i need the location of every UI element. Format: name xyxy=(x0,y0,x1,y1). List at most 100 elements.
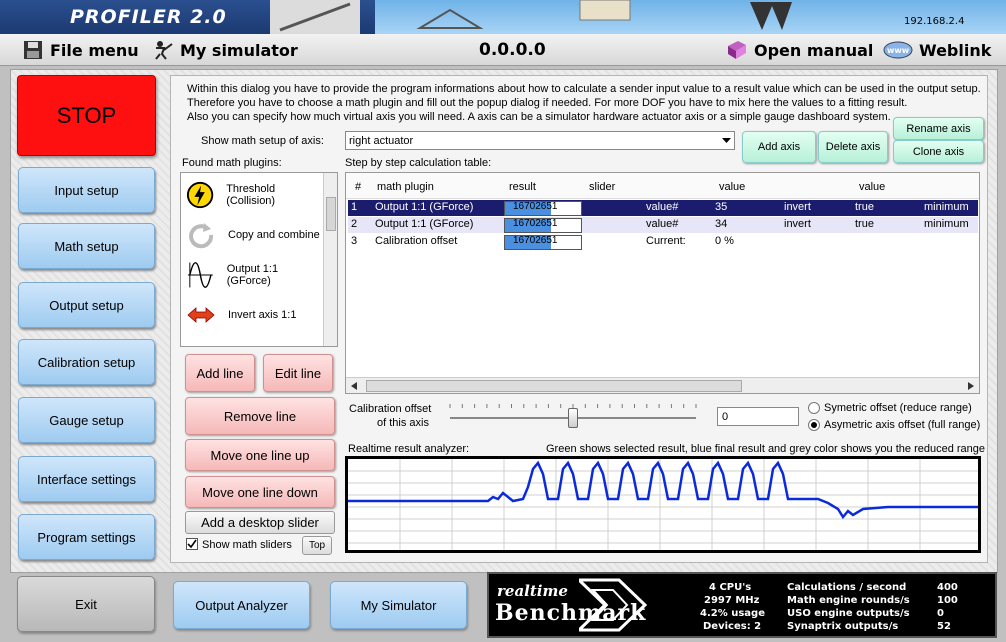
col-value-1: value xyxy=(719,181,746,193)
result-bar: 16702651 xyxy=(504,218,582,233)
nav-calibration-setup[interactable]: Calibration setup xyxy=(18,339,155,385)
nav-math-setup[interactable]: Math setup xyxy=(18,223,155,269)
realtime-analyzer-graph xyxy=(345,456,981,553)
col-value-2: value xyxy=(859,181,886,193)
found-plugins-label: Found math plugins: xyxy=(182,157,282,169)
stop-button[interactable]: STOP xyxy=(17,75,156,156)
top-button[interactable]: Top xyxy=(302,536,332,555)
weblink-menu[interactable]: www Weblink xyxy=(883,40,991,60)
nav-program-settings[interactable]: Program settings xyxy=(18,514,155,560)
app-banner: PROFILER 2.0 192.168.2.4 xyxy=(0,0,1006,34)
scrollbar-thumb[interactable] xyxy=(366,380,742,392)
floppy-disk-icon xyxy=(24,41,42,59)
remove-line-button[interactable]: Remove line xyxy=(185,397,335,435)
ip-address: 192.168.2.4 xyxy=(904,16,965,27)
bench-calc-label: Calculations / second xyxy=(787,582,907,593)
invert-arrows-icon xyxy=(187,307,215,323)
bench-synaptrix-label: Synaptrix outputs/s xyxy=(787,621,899,632)
analyzer-plot xyxy=(348,459,978,550)
www-globe-icon: www xyxy=(883,41,913,59)
output-analyzer-button[interactable]: Output Analyzer xyxy=(173,581,310,629)
nav-interface-settings[interactable]: Interface settings xyxy=(18,456,155,502)
bench-math-label: Math engine rounds/s xyxy=(787,595,910,606)
description-line-2: Therefore you have to choose a math plug… xyxy=(187,97,908,109)
bench-usage: 4.2% usage xyxy=(700,608,765,619)
asymetric-offset-radio[interactable] xyxy=(808,419,820,431)
move-line-down-button[interactable]: Move one line down xyxy=(185,476,335,508)
result-bar: 16702651 xyxy=(504,235,582,250)
book-icon xyxy=(728,41,746,59)
col-math-plugin: math plugin xyxy=(377,181,434,193)
realtime-benchmark-panel: realtime Benchmark 4 CPU's Calculations … xyxy=(487,572,997,638)
bench-calc-value: 400 xyxy=(937,582,958,593)
description-line-3: Also you can specify how much virtual ax… xyxy=(187,111,891,123)
plugin-output-gforce-label: Output 1:1 (GForce) xyxy=(226,263,279,287)
nav-output-setup[interactable]: Output setup xyxy=(18,282,155,328)
calibration-offset-input[interactable]: 0 xyxy=(717,407,799,426)
table-horizontal-scrollbar[interactable] xyxy=(346,377,979,393)
radio-dot xyxy=(811,422,817,428)
clone-axis-button[interactable]: Clone axis xyxy=(893,140,984,163)
plugin-invert-axis[interactable]: Invert axis 1:1 xyxy=(181,295,321,335)
file-menu-label: File menu xyxy=(50,40,139,60)
table-row[interactable]: 3 Calibration offset 16702651 Current: 0… xyxy=(348,234,978,250)
scroll-right-icon xyxy=(968,382,974,390)
plugin-list-scrollbar[interactable] xyxy=(323,173,337,346)
calibration-label-2: of this axis xyxy=(377,417,429,429)
calculation-table-label: Step by step calculation table: xyxy=(345,157,492,169)
symetric-offset-label: Symetric offset (reduce range) xyxy=(824,402,972,414)
show-math-sliders-checkbox[interactable] xyxy=(186,538,198,550)
exit-button[interactable]: Exit xyxy=(17,576,155,632)
add-desktop-slider-button[interactable]: Add a desktop slider xyxy=(185,511,335,534)
add-axis-button[interactable]: Add axis xyxy=(742,131,816,163)
chevron-down-icon xyxy=(722,138,731,143)
plugin-output-gforce[interactable]: Output 1:1 (GForce) xyxy=(181,255,321,295)
open-manual-label: Open manual xyxy=(754,40,874,60)
slider-thumb[interactable] xyxy=(568,408,578,428)
version-text: 0.0.0.0 xyxy=(479,40,546,60)
move-line-up-button[interactable]: Move one line up xyxy=(185,439,335,471)
calibration-offset-slider[interactable] xyxy=(446,400,700,430)
symetric-offset-radio[interactable] xyxy=(808,402,820,414)
plugin-threshold-label: Threshold (Collision) xyxy=(226,183,276,207)
banner-graphics xyxy=(416,0,792,30)
nav-input-setup[interactable]: Input setup xyxy=(18,167,155,213)
menu-bar: File menu My simulator 0.0.0.0 Open manu… xyxy=(0,34,1006,66)
calibration-label-1: Calibration offset xyxy=(349,403,432,415)
scrollbar-thumb[interactable] xyxy=(326,197,336,231)
analyzer-legend: Green shows selected result, blue final … xyxy=(546,443,986,455)
plugin-invert-axis-label: Invert axis 1:1 xyxy=(228,309,297,321)
calibration-offset-value: 0 xyxy=(722,411,729,423)
bench-math-value: 100 xyxy=(937,595,958,606)
my-simulator-button[interactable]: My Simulator xyxy=(330,581,467,629)
axis-select[interactable]: right actuator xyxy=(345,131,735,150)
table-row[interactable]: 1 Output 1:1 (GForce) 16702651 value# 35… xyxy=(348,200,978,216)
calculation-table[interactable]: # math plugin result slider value value … xyxy=(345,172,980,394)
bench-synaptrix-value: 52 xyxy=(937,621,951,632)
file-menu[interactable]: File menu xyxy=(22,40,139,60)
add-line-button[interactable]: Add line xyxy=(185,354,255,392)
checkmark-icon xyxy=(187,539,197,549)
lightning-icon xyxy=(186,181,214,209)
my-simulator-menu[interactable]: My simulator xyxy=(152,40,298,60)
col-num: # xyxy=(355,181,362,193)
axis-select-value: right actuator xyxy=(349,135,414,147)
benchmark-logo-bottom: Benchmark xyxy=(495,600,647,626)
bench-uso-value: 0 xyxy=(937,608,944,619)
bench-uso-label: USO engine outputs/s xyxy=(787,608,910,619)
rename-axis-button[interactable]: Rename axis xyxy=(893,117,984,140)
axis-select-label: Show math setup of axis: xyxy=(201,135,324,147)
table-row[interactable]: 2 Output 1:1 (GForce) 16702651 value# 34… xyxy=(348,217,978,233)
open-manual-menu[interactable]: Open manual xyxy=(726,40,873,60)
bench-mhz: 2997 MHz xyxy=(704,595,760,606)
show-math-sliders-label: Show math sliders xyxy=(202,539,292,551)
edit-line-button[interactable]: Edit line xyxy=(263,354,333,392)
col-result: result xyxy=(509,181,536,193)
nav-gauge-setup[interactable]: Gauge setup xyxy=(18,397,155,443)
plugin-copy-combine[interactable]: Copy and combine xyxy=(181,215,321,255)
plugin-threshold[interactable]: Threshold (Collision) xyxy=(181,175,321,215)
math-plugin-list[interactable]: Threshold (Collision) Copy and combine O… xyxy=(180,172,338,347)
delete-axis-button[interactable]: Delete axis xyxy=(818,131,888,163)
banner-title: PROFILER 2.0 xyxy=(70,6,227,28)
weblink-label: Weblink xyxy=(919,40,992,60)
